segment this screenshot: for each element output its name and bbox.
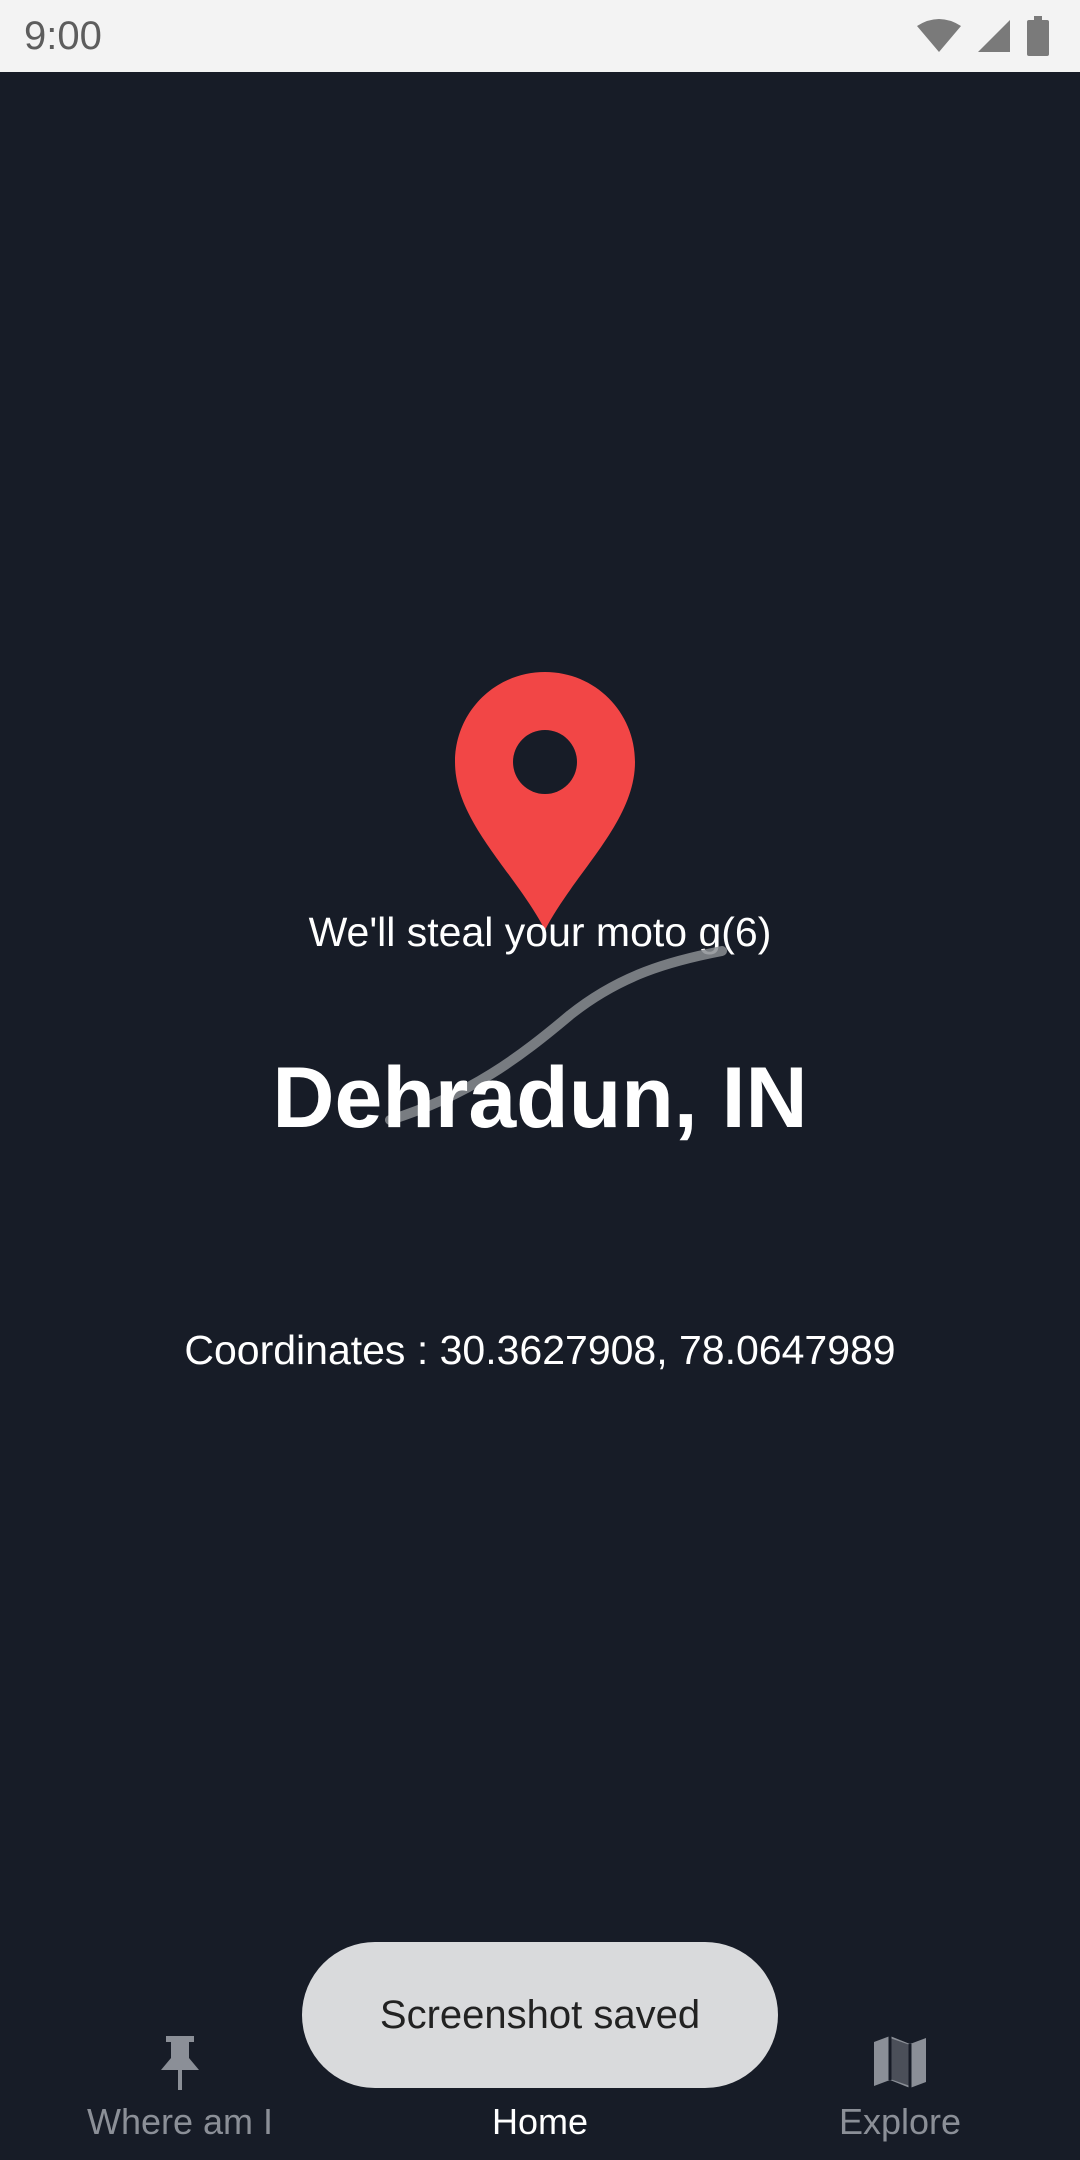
nav-label-explore: Explore bbox=[838, 2101, 962, 2142]
push-pin-icon bbox=[161, 2036, 199, 2090]
nav-label-home: Home bbox=[491, 2101, 589, 2142]
nav-label-where-am-i: Where am I bbox=[86, 2101, 274, 2142]
status-icons bbox=[916, 14, 1050, 58]
wifi-icon bbox=[917, 19, 961, 52]
cell-signal-icon bbox=[978, 20, 1010, 52]
battery-icon bbox=[1027, 16, 1049, 56]
city-name: Dehradun, IN bbox=[272, 1050, 808, 1146]
coordinates-text: Coordinates : 30.3627908, 78.0647989 bbox=[184, 1327, 896, 1373]
status-bar: 9:00 bbox=[0, 0, 1080, 72]
location-pin-icon bbox=[455, 672, 635, 930]
status-time: 9:00 bbox=[24, 14, 102, 58]
toast-screenshot-saved: Screenshot saved bbox=[302, 1942, 778, 2088]
map-icon bbox=[874, 2036, 926, 2088]
